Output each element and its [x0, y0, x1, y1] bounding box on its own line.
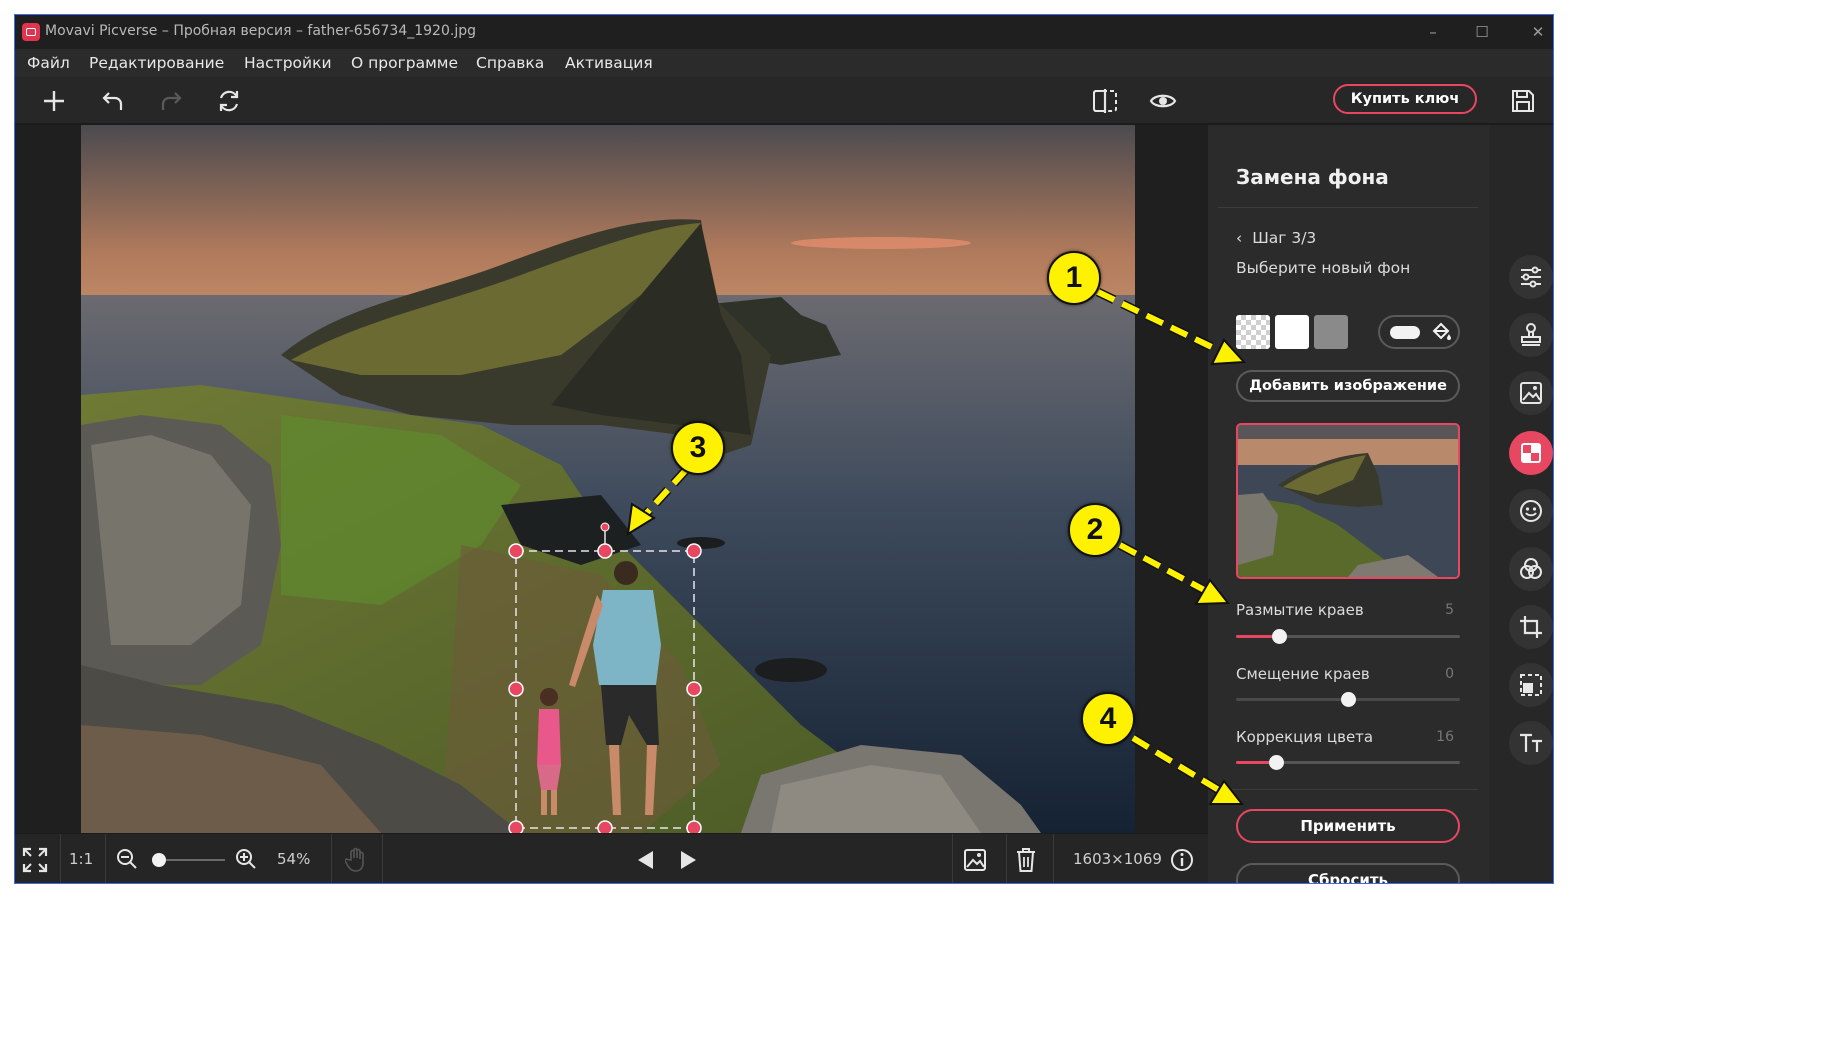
callout-1: 1 [1047, 251, 1101, 305]
callout-2: 2 [1068, 503, 1122, 557]
callout-4: 4 [1081, 692, 1135, 746]
annotation-arrows [626, 287, 1247, 805]
callout-3: 3 [671, 421, 725, 475]
